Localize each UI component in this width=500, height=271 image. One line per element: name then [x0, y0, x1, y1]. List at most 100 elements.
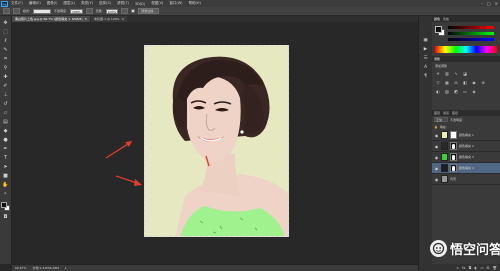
- pen-tool-icon[interactable]: ✒: [2, 145, 10, 152]
- menu-select[interactable]: 选择(S): [96, 1, 114, 6]
- tab-swatches[interactable]: 色板: [443, 17, 449, 21]
- marquee-tool-icon[interactable]: ⬚: [2, 28, 10, 35]
- gradient-map-icon[interactable]: ▭: [462, 89, 468, 94]
- eyedropper-tool-icon[interactable]: ⚲: [2, 64, 10, 71]
- move-tool-icon[interactable]: ✥: [2, 19, 10, 26]
- status-arrow-icon[interactable]: ▸: [65, 266, 67, 270]
- adjustment-layer-icon[interactable]: ◐: [474, 266, 477, 270]
- vibrance-icon[interactable]: ▽: [435, 80, 441, 85]
- add-mask-icon[interactable]: ◘: [468, 266, 471, 270]
- paragraph-panel-icon[interactable]: ¶: [422, 74, 429, 80]
- menu-edit[interactable]: 编辑(E): [26, 1, 44, 6]
- color-spectrum[interactable]: [435, 46, 497, 53]
- tool-preset-picker[interactable]: [3, 8, 10, 14]
- menu-view[interactable]: 视图(V): [148, 1, 166, 6]
- menu-file[interactable]: 文件(F): [8, 1, 26, 6]
- quick-select-tool-icon[interactable]: ✎: [2, 46, 10, 53]
- levels-icon[interactable]: ▥: [444, 71, 450, 76]
- healing-brush-tool-icon[interactable]: ✚: [2, 73, 10, 80]
- new-layer-icon[interactable]: ⊞: [487, 266, 490, 270]
- pressure-opacity-toggle[interactable]: [85, 8, 93, 14]
- layer-row-selected[interactable]: ◉ 颜色填充 4: [432, 163, 500, 174]
- layer-mask-thumbnail[interactable]: [450, 164, 457, 172]
- menu-type[interactable]: 类型(Y): [78, 1, 96, 6]
- tab-adjustments[interactable]: 调整: [434, 57, 440, 61]
- brush-tool-icon[interactable]: ✐: [2, 82, 10, 89]
- layer-row[interactable]: ◉ 颜色填充 3: [432, 152, 500, 163]
- eye-icon[interactable]: ◉: [434, 155, 439, 160]
- airbrush-toggle[interactable]: [121, 8, 129, 14]
- canvas-area[interactable]: [12, 22, 418, 264]
- dodge-tool-icon[interactable]: ●: [2, 136, 10, 143]
- threshold-icon[interactable]: ◩: [453, 89, 459, 94]
- zoom-tool-icon[interactable]: ⚬: [2, 190, 10, 197]
- red-slider[interactable]: [448, 26, 494, 29]
- zoom-level[interactable]: 66.67%: [15, 266, 26, 270]
- crop-tool-icon[interactable]: ⌗: [2, 55, 10, 62]
- eye-icon[interactable]: ◉: [434, 166, 439, 171]
- blur-tool-icon[interactable]: ◆: [2, 127, 10, 134]
- eraser-tool-icon[interactable]: ▱: [2, 109, 10, 116]
- eye-icon[interactable]: ◉: [434, 133, 439, 138]
- link-icon[interactable]: ∞: [456, 266, 459, 270]
- opacity-field[interactable]: 100%: [70, 8, 83, 14]
- actions-panel-icon[interactable]: ▶: [422, 47, 429, 53]
- invert-icon[interactable]: ◐: [435, 89, 441, 94]
- menu-filter[interactable]: 滤镜(T): [114, 1, 132, 6]
- flow-field[interactable]: 100%: [105, 8, 119, 14]
- posterize-icon[interactable]: ▧: [444, 89, 450, 94]
- gradient-tool-icon[interactable]: ▤: [2, 118, 10, 125]
- clone-stamp-tool-icon[interactable]: ⊥: [2, 91, 10, 98]
- menu-window[interactable]: 窗口(W): [166, 1, 185, 6]
- layer-mask-thumbnail[interactable]: [450, 131, 457, 139]
- mode-select[interactable]: [33, 8, 52, 14]
- selective-color-icon[interactable]: ◈: [471, 89, 477, 94]
- layer-mask-thumbnail[interactable]: [450, 142, 457, 150]
- green-slider[interactable]: [448, 32, 494, 35]
- type-tool-icon[interactable]: T: [2, 154, 10, 161]
- history-brush-tool-icon[interactable]: ↺: [2, 100, 10, 107]
- folder-icon[interactable]: ▭: [480, 266, 483, 270]
- document-canvas[interactable]: [144, 45, 289, 237]
- menu-help[interactable]: 帮助(H): [186, 1, 204, 6]
- option-checkbox[interactable]: [131, 9, 136, 13]
- hue-saturation-icon[interactable]: ▦: [444, 80, 450, 85]
- refine-edge-button[interactable]: 调整边缘...: [138, 8, 160, 14]
- properties-panel-icon[interactable]: ☰: [422, 56, 429, 62]
- fx-icon[interactable]: fx: [462, 266, 465, 270]
- tab-paths[interactable]: 路径: [452, 111, 458, 115]
- hand-tool-icon[interactable]: ✋: [2, 181, 10, 188]
- maximize-button[interactable]: □: [487, 1, 491, 6]
- trash-icon[interactable]: 🗑: [493, 266, 497, 270]
- menu-image[interactable]: 图像(I): [44, 1, 61, 6]
- foreground-color-swatch[interactable]: [1, 202, 7, 208]
- menu-3d[interactable]: 3D(D): [132, 2, 148, 6]
- character-panel-icon[interactable]: A: [422, 65, 429, 71]
- color-balance-icon[interactable]: ⚖: [453, 80, 459, 85]
- black-white-icon[interactable]: ◧: [462, 80, 468, 85]
- tab-color[interactable]: 颜色: [434, 17, 440, 21]
- layer-mask-thumbnail[interactable]: [450, 153, 457, 161]
- shape-tool-icon[interactable]: ■: [2, 172, 10, 179]
- exposure-icon[interactable]: ◪: [462, 71, 468, 76]
- tab-layers[interactable]: 图层: [434, 111, 440, 115]
- layer-row[interactable]: ◉ 颜色填充 1: [432, 130, 500, 141]
- menu-layer[interactable]: 图层(L): [60, 1, 78, 6]
- blend-mode-select[interactable]: 正常: [434, 117, 448, 122]
- brightness-icon[interactable]: ☀: [435, 71, 441, 76]
- eye-icon[interactable]: ◉: [434, 177, 439, 182]
- tab-channels[interactable]: 通道: [443, 111, 449, 115]
- layer-row[interactable]: ◉ 颜色填充 2: [432, 141, 500, 152]
- history-panel-icon[interactable]: ▣: [422, 38, 429, 44]
- color-swatches[interactable]: [1, 202, 10, 211]
- lasso-tool-icon[interactable]: ℓ: [2, 37, 10, 44]
- brush-picker[interactable]: [13, 8, 20, 14]
- lock-icon[interactable]: 🔒: [434, 125, 438, 129]
- layer-row[interactable]: ◉ 背景: [432, 174, 500, 185]
- photo-filter-icon[interactable]: ◉: [471, 80, 477, 85]
- quick-mask-icon[interactable]: ◘: [2, 213, 10, 220]
- path-select-tool-icon[interactable]: ➤: [2, 163, 10, 170]
- blue-slider[interactable]: [448, 38, 494, 41]
- minimize-button[interactable]: –: [481, 1, 483, 6]
- close-button[interactable]: ✕: [495, 1, 498, 6]
